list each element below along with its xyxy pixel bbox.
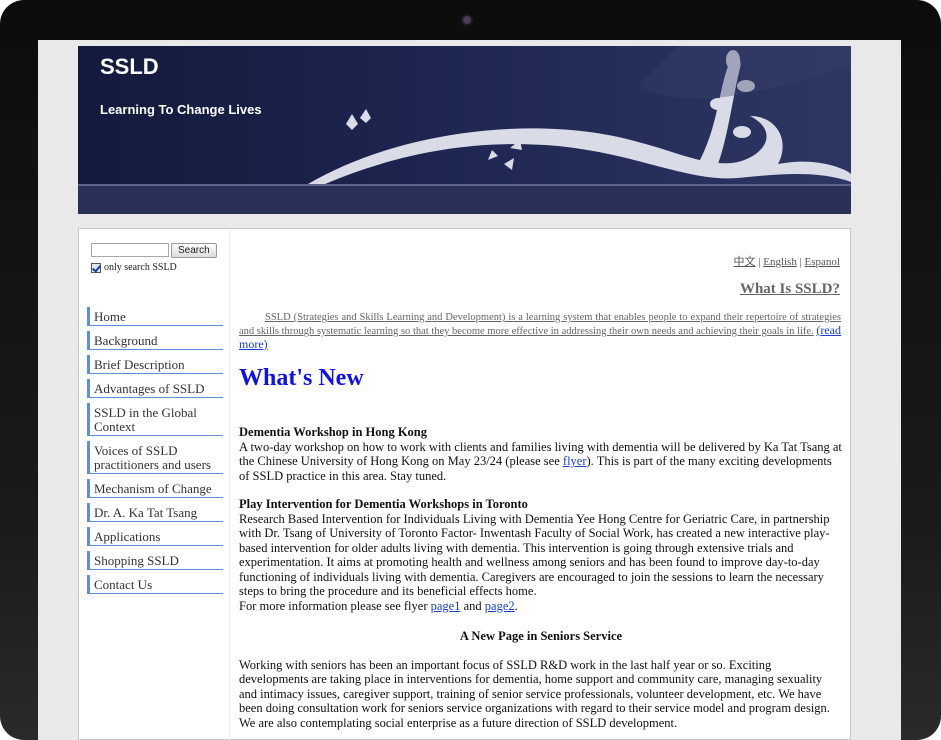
sidebar-item-voices[interactable]: Voices of SSLD practitioners and users bbox=[87, 441, 223, 474]
news-body: Working with seniors has been an importa… bbox=[239, 657, 830, 730]
news-title: Dementia Workshop in Hong Kong bbox=[239, 425, 428, 439]
site-title: SSLD bbox=[100, 54, 159, 79]
page1-link[interactable]: page1 bbox=[431, 599, 461, 613]
news-title: A New Page in Seniors Service bbox=[459, 629, 623, 643]
column-divider bbox=[229, 229, 230, 740]
camera-icon bbox=[463, 16, 471, 24]
news-text: For more information please see flyer bbox=[239, 598, 431, 613]
news-text: and bbox=[460, 598, 485, 613]
news-more-info: For more information please see flyer pa… bbox=[239, 599, 843, 614]
site-tagline: Learning To Change Lives bbox=[100, 102, 262, 117]
news-title: Play Intervention for Dementia Workshops… bbox=[239, 497, 528, 511]
search-box: Search only search SSLD bbox=[91, 241, 217, 273]
page2-link[interactable]: page2 bbox=[485, 599, 515, 613]
whats-new-heading: What's New bbox=[239, 365, 364, 391]
lang-separator: | bbox=[796, 256, 805, 268]
news-body: Research Based Intervention for Individu… bbox=[239, 511, 830, 599]
news-body: A two-day workshop on how to work with c… bbox=[239, 440, 843, 484]
sidebar-item-home[interactable]: Home bbox=[87, 307, 223, 326]
language-switcher: 中文 | English | Espanol bbox=[734, 253, 840, 269]
lang-spanish-link[interactable]: Espanol bbox=[805, 256, 840, 268]
lang-chinese-link[interactable]: 中文 bbox=[734, 256, 756, 268]
flyer-link[interactable]: flyer bbox=[563, 454, 587, 468]
banner-band bbox=[78, 184, 851, 214]
news-item-hong-kong: Dementia Workshop in Hong Kong A two-day… bbox=[239, 425, 843, 483]
sidebar-item-advantages[interactable]: Advantages of SSLD bbox=[87, 379, 223, 398]
site-banner: SSLD Learning To Change Lives bbox=[78, 46, 851, 214]
only-search-checkbox[interactable] bbox=[91, 262, 101, 273]
sidebar-item-applications[interactable]: Applications bbox=[87, 527, 223, 546]
news-item-seniors: A New Page in Seniors Service Working wi… bbox=[239, 629, 843, 730]
browser-screen: SSLD Learning To Change Lives Search onl… bbox=[38, 40, 901, 740]
lang-english-link[interactable]: English bbox=[763, 256, 797, 268]
sidebar-item-dr-tsang[interactable]: Dr. A. Ka Tat Tsang bbox=[87, 503, 223, 522]
sidebar-item-shopping[interactable]: Shopping SSLD bbox=[87, 551, 223, 570]
what-is-heading[interactable]: What Is SSLD? bbox=[740, 281, 840, 298]
sidebar-item-mechanism[interactable]: Mechanism of Change bbox=[87, 479, 223, 498]
search-button[interactable]: Search bbox=[171, 242, 217, 258]
intro-text[interactable]: SSLD (Strategies and Skills Learning and… bbox=[239, 312, 841, 337]
intro-paragraph: SSLD (Strategies and Skills Learning and… bbox=[239, 311, 841, 352]
only-search-option[interactable]: only search SSLD bbox=[91, 262, 217, 273]
only-search-label: only search SSLD bbox=[104, 262, 177, 273]
sidebar-nav: Home Background Brief Description Advant… bbox=[87, 307, 223, 599]
monitor-frame: SSLD Learning To Change Lives Search onl… bbox=[0, 0, 941, 740]
news-text: . bbox=[514, 598, 518, 613]
sidebar-item-background[interactable]: Background bbox=[87, 331, 223, 350]
news-item-toronto: Play Intervention for Dementia Workshops… bbox=[239, 497, 843, 613]
page-content: Search only search SSLD Home Background … bbox=[78, 228, 851, 740]
sidebar-item-brief-description[interactable]: Brief Description bbox=[87, 355, 223, 374]
search-input[interactable] bbox=[91, 243, 169, 258]
sidebar-item-contact[interactable]: Contact Us bbox=[87, 575, 223, 594]
sidebar-item-global-context[interactable]: SSLD in the Global Context bbox=[87, 403, 223, 436]
